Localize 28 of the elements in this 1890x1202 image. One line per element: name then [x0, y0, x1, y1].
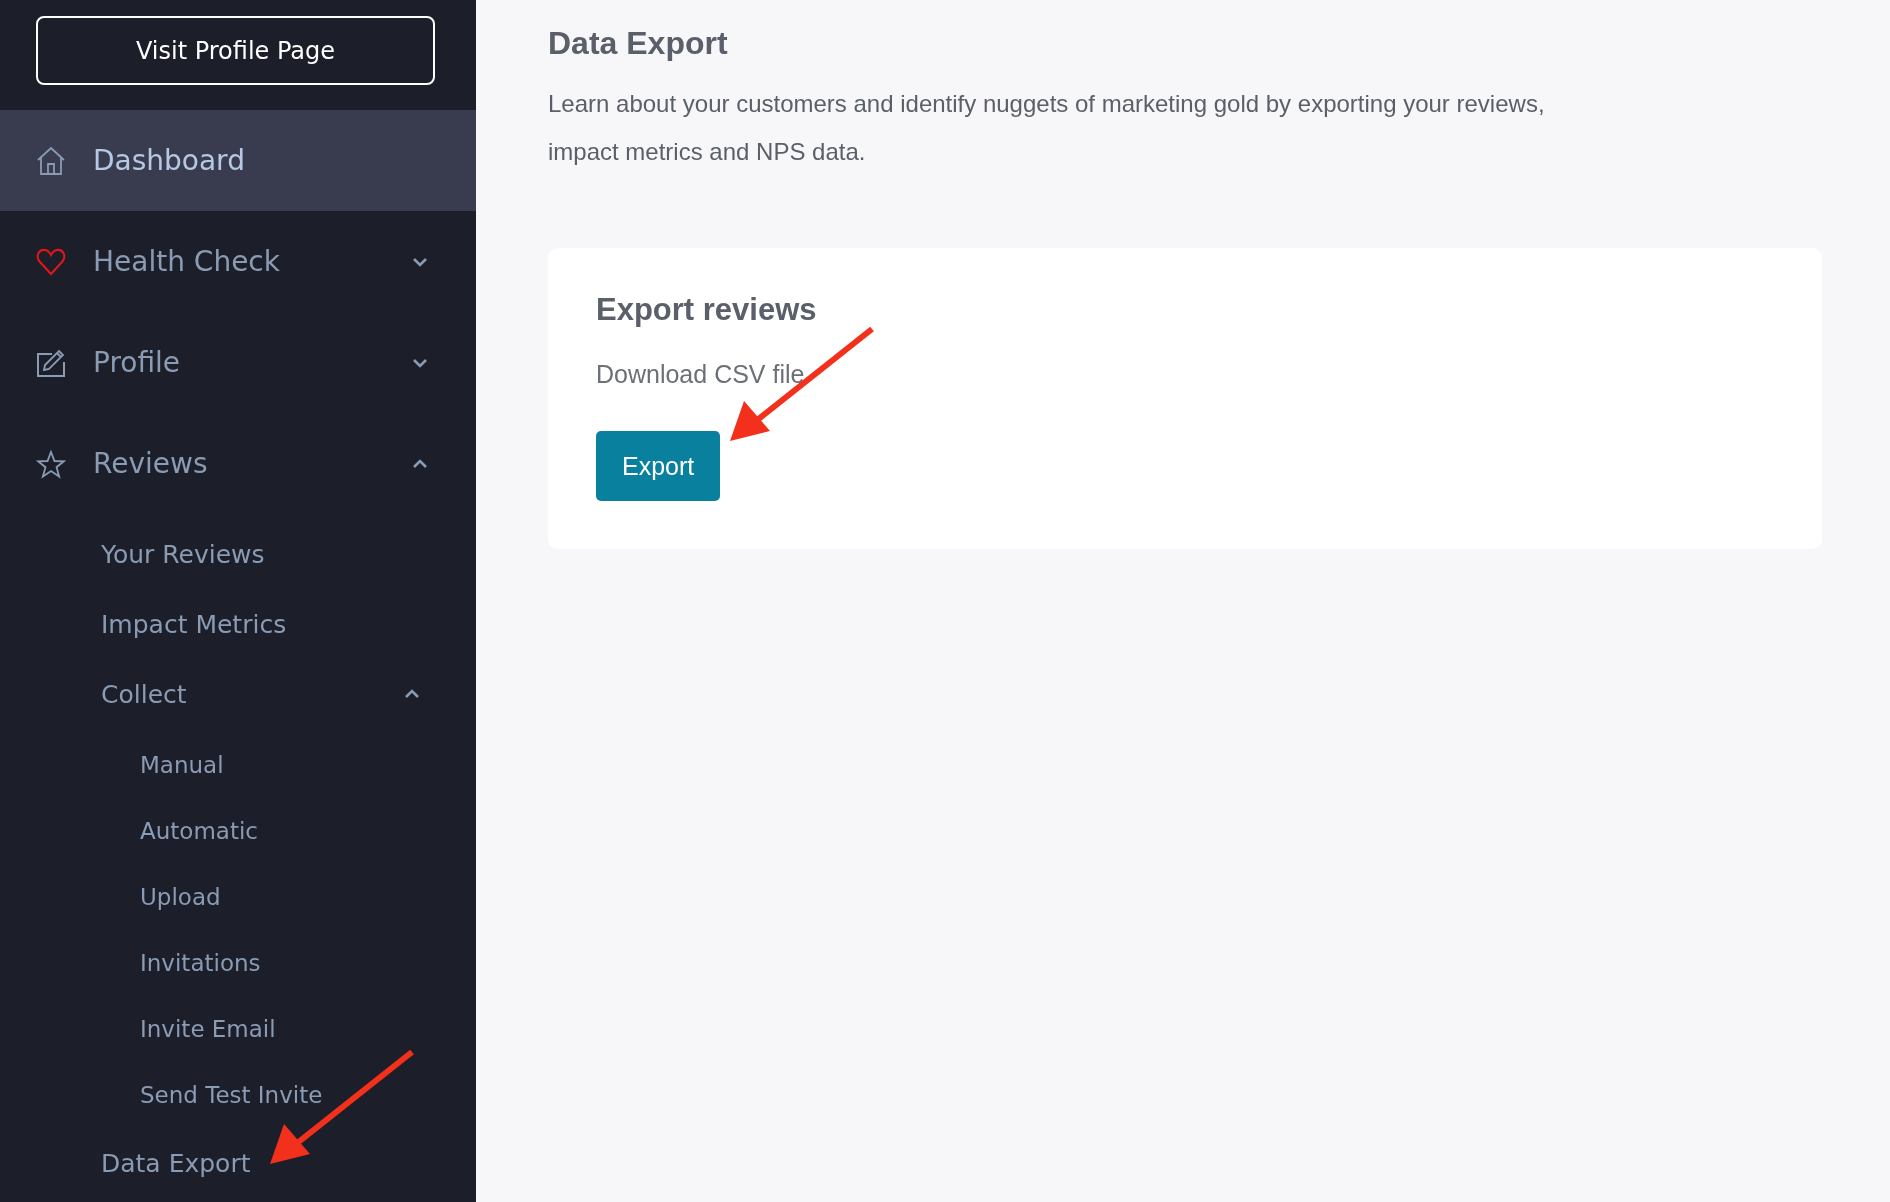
- sidebar-subitem[interactable]: Send Test Invite: [0, 1062, 476, 1128]
- sidebar-subitem[interactable]: Your Reviews: [0, 519, 476, 589]
- sidebar-subitem[interactable]: Impact Metrics: [0, 589, 476, 659]
- sidebar-subitem[interactable]: Automatic: [0, 798, 476, 864]
- sidebar-subitem[interactable]: Collect: [0, 659, 476, 729]
- sidebar-subitem[interactable]: Invitations: [0, 930, 476, 996]
- export-button[interactable]: Export: [596, 431, 721, 501]
- edit-icon: [36, 347, 66, 378]
- sidebar-item[interactable]: Profile: [0, 312, 476, 413]
- page-title: Data Export: [548, 25, 729, 62]
- card-title: Export reviews: [596, 292, 818, 328]
- page-description: Learn about your customers and identify nuggets of marketing gold by exporting your reviews, impact metrics and NPS data.: [548, 89, 1546, 167]
- sidebar-subitem[interactable]: Upload: [0, 864, 476, 930]
- chevron-up-icon[interactable]: [412, 458, 428, 469]
- sidebar-subitem[interactable]: Data Export: [0, 1128, 476, 1198]
- star-icon: [36, 448, 66, 479]
- sidebar-item[interactable]: Reviews: [0, 413, 476, 514]
- card-subtitle: Download CSV file: [596, 360, 806, 389]
- heart-icon: [36, 246, 66, 277]
- sidebar-subitem[interactable]: Manual: [0, 732, 476, 798]
- chevron-down-icon[interactable]: [412, 357, 428, 368]
- chevron-up-icon[interactable]: [404, 689, 420, 699]
- sidebar-subitem[interactable]: Invite Email: [0, 996, 476, 1062]
- sidebar-item[interactable]: Dashboard: [0, 110, 476, 211]
- sidebar-item[interactable]: Health Check: [0, 211, 476, 312]
- home-icon: [36, 145, 66, 176]
- chevron-down-icon[interactable]: [412, 256, 428, 267]
- visit-profile-button[interactable]: Visit Profile Page: [36, 16, 435, 85]
